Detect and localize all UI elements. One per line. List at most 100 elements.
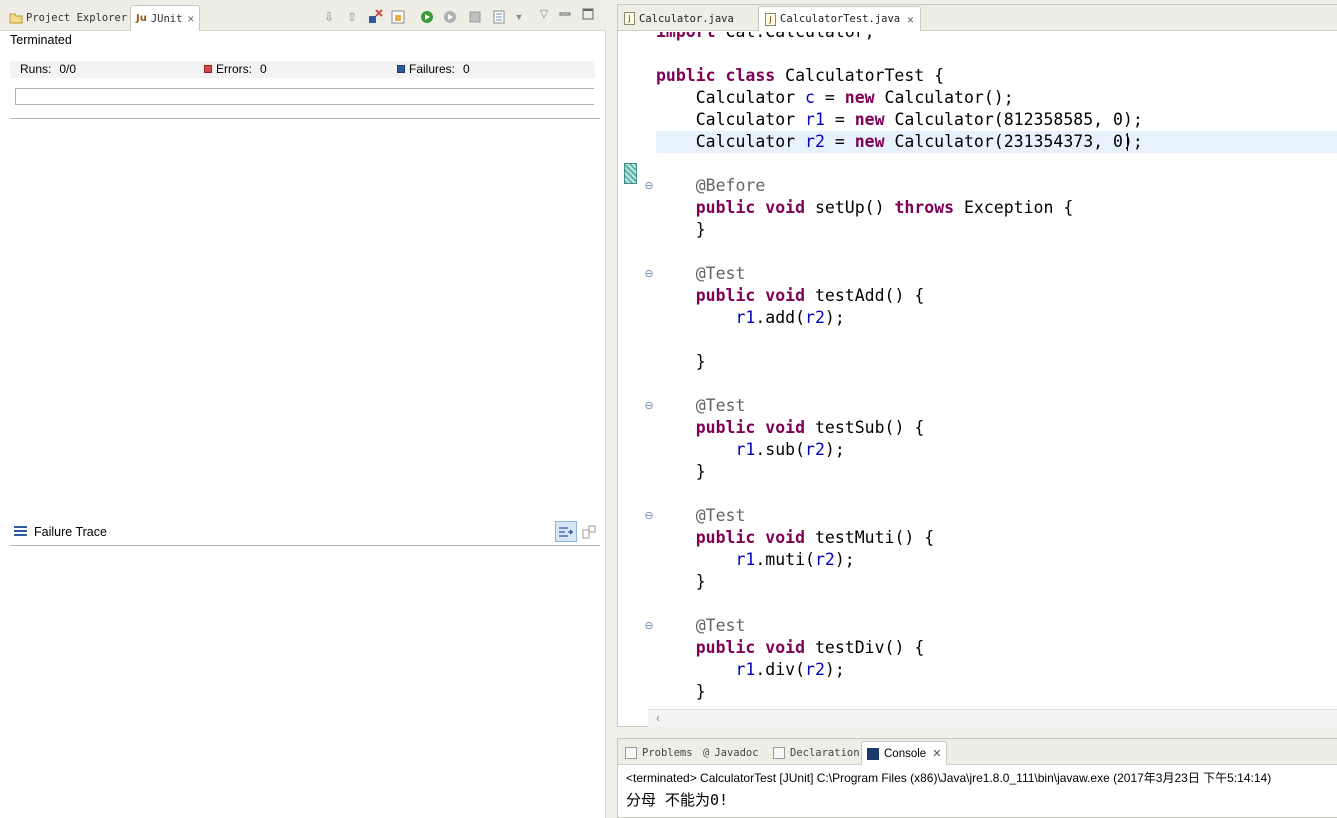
code-line[interactable] — [656, 329, 1337, 351]
code-line[interactable]: r1.div(r2); — [656, 659, 1337, 681]
code-line[interactable] — [656, 153, 1337, 175]
console-icon — [867, 747, 879, 760]
occurrence-marker — [624, 163, 637, 184]
chevron-down-icon[interactable]: ▼ — [511, 9, 527, 25]
failures-counter: Failures: 0 — [397, 62, 470, 76]
show-failures-only-icon[interactable] — [367, 9, 383, 25]
code-line[interactable]: public void setUp() throws Exception { — [656, 197, 1337, 219]
code-line[interactable]: } — [656, 681, 1337, 703]
minimize-icon[interactable] — [557, 6, 573, 22]
code-line[interactable] — [656, 373, 1337, 395]
code-line[interactable]: @Test — [656, 263, 1337, 285]
runs-value: 0/0 — [59, 62, 77, 76]
junit-counters: Runs: 0/0 Errors: 0 Failures: 0 — [10, 61, 595, 78]
close-icon[interactable]: ✕ — [187, 12, 194, 25]
failures-value: 0 — [463, 62, 470, 76]
code-line[interactable]: } — [656, 571, 1337, 593]
close-icon[interactable]: ✕ — [932, 747, 941, 760]
console-output-line: 分母 不能为0! — [626, 791, 729, 809]
code-line[interactable]: r1.sub(r2); — [656, 439, 1337, 461]
code-line[interactable]: import Cal.Calculator; — [656, 32, 1337, 43]
code-line[interactable]: @Test — [656, 615, 1337, 637]
tab-calculatortest-java[interactable]: J CalculatorTest.java ✕ — [758, 6, 921, 31]
tab-project-explorer[interactable]: Project Explorer — [4, 5, 132, 31]
fold-collapse-icon[interactable]: ⊖ — [644, 401, 654, 412]
tab-declaration[interactable]: Declaration — [768, 741, 865, 765]
console-terminated-line: <terminated> CalculatorTest [JUnit] C:\P… — [626, 771, 1272, 785]
maximize-icon[interactable] — [580, 6, 596, 22]
compare-result-icon[interactable] — [580, 523, 598, 541]
divider — [10, 545, 600, 546]
tab-label: Console — [884, 747, 927, 760]
console-tab-bar: Problems @ Javadoc Declaration Console ✕ — [618, 739, 1337, 765]
failures-label: Failures: — [409, 62, 456, 76]
scroll-lock-icon[interactable] — [390, 9, 406, 25]
code-editor: J Calculator.java J CalculatorTest.java … — [617, 4, 1337, 727]
code-line[interactable]: Calculator r2 = new Calculator(231354373… — [656, 131, 1337, 153]
tab-label: JUnit — [150, 12, 183, 25]
error-icon — [204, 65, 212, 73]
rerun-test-icon[interactable] — [420, 9, 436, 25]
previous-failure-icon[interactable]: ⇧ — [344, 9, 360, 25]
code-line[interactable]: } — [656, 351, 1337, 373]
close-icon[interactable]: ✕ — [907, 13, 914, 26]
code-line[interactable]: Calculator r1 = new Calculator(812358585… — [656, 109, 1337, 131]
scroll-left-icon[interactable]: ‹ — [656, 711, 660, 725]
errors-value: 0 — [260, 62, 267, 76]
code-line[interactable] — [656, 483, 1337, 505]
divider — [10, 118, 600, 119]
fold-collapse-icon[interactable]: ⊖ — [644, 621, 654, 632]
left-tab-bar: Project Explorer Ju JUnit ✕ ⇩ ⇧ ▼ ▽ — [0, 0, 606, 31]
code-line[interactable]: public void testMuti() { — [656, 527, 1337, 549]
fold-collapse-icon[interactable]: ⊖ — [644, 181, 654, 192]
tab-console[interactable]: Console ✕ — [861, 741, 948, 765]
tab-label: Javadoc — [714, 747, 759, 759]
tab-problems[interactable]: Problems — [620, 741, 698, 765]
code-line[interactable] — [656, 241, 1337, 263]
code-line[interactable]: public void testSub() { — [656, 417, 1337, 439]
next-failure-icon[interactable]: ⇩ — [321, 9, 337, 25]
rerun-failed-first-icon[interactable] — [443, 9, 459, 25]
junit-status: Terminated — [10, 33, 72, 47]
errors-label: Errors: — [216, 62, 252, 76]
code-line[interactable]: @Before — [656, 175, 1337, 197]
runs-label: Runs: — [20, 62, 52, 76]
code-line[interactable]: Calculator c = new Calculator(); — [656, 87, 1337, 109]
code-line[interactable] — [656, 43, 1337, 65]
tab-label: Project Explorer — [26, 12, 128, 24]
runs-counter: Runs: 0/0 — [20, 62, 76, 76]
javadoc-icon: @ — [703, 747, 710, 759]
code-area[interactable]: import Cal.Calculator; public class Calcu… — [618, 32, 1337, 709]
editor-tab-bar: J Calculator.java J CalculatorTest.java … — [618, 5, 1337, 31]
tab-javadoc[interactable]: @ Javadoc — [698, 741, 764, 765]
failure-trace-label: Failure Trace — [34, 525, 107, 539]
code-line[interactable]: @Test — [656, 505, 1337, 527]
code-line[interactable]: } — [656, 461, 1337, 483]
tab-label: Declaration — [790, 747, 860, 759]
java-file-icon: J — [624, 12, 635, 25]
code-line[interactable]: r1.add(r2); — [656, 307, 1337, 329]
tab-junit[interactable]: Ju JUnit ✕ — [130, 5, 201, 31]
code-line[interactable]: r1.muti(r2); — [656, 549, 1337, 571]
problems-icon — [625, 747, 637, 759]
fold-collapse-icon[interactable]: ⊖ — [644, 511, 654, 522]
project-explorer-icon — [9, 11, 23, 25]
console-view: Problems @ Javadoc Declaration Console ✕… — [617, 738, 1337, 818]
code-line[interactable] — [656, 593, 1337, 615]
junit-view: Project Explorer Ju JUnit ✕ ⇩ ⇧ ▼ ▽ Term… — [0, 0, 606, 818]
code-line[interactable]: public void testDiv() { — [656, 637, 1337, 659]
test-run-history-icon[interactable] — [491, 9, 507, 25]
view-menu-icon[interactable]: ▽ — [536, 5, 552, 21]
stop-icon[interactable] — [467, 9, 483, 25]
fold-collapse-icon[interactable]: ⊖ — [644, 269, 654, 280]
code-line[interactable]: @Test — [656, 395, 1337, 417]
code-line[interactable]: public class CalculatorTest { — [656, 65, 1337, 87]
filter-stack-trace-icon[interactable] — [555, 521, 577, 542]
junit-icon: Ju — [136, 13, 147, 24]
code-line[interactable]: } — [656, 219, 1337, 241]
horizontal-scrollbar[interactable]: ‹ — [648, 709, 1337, 727]
tab-label: CalculatorTest.java — [780, 13, 901, 25]
test-progress-bar — [15, 88, 594, 105]
code-line[interactable]: public void testAdd() { — [656, 285, 1337, 307]
tab-calculator-java[interactable]: J Calculator.java — [618, 6, 740, 31]
